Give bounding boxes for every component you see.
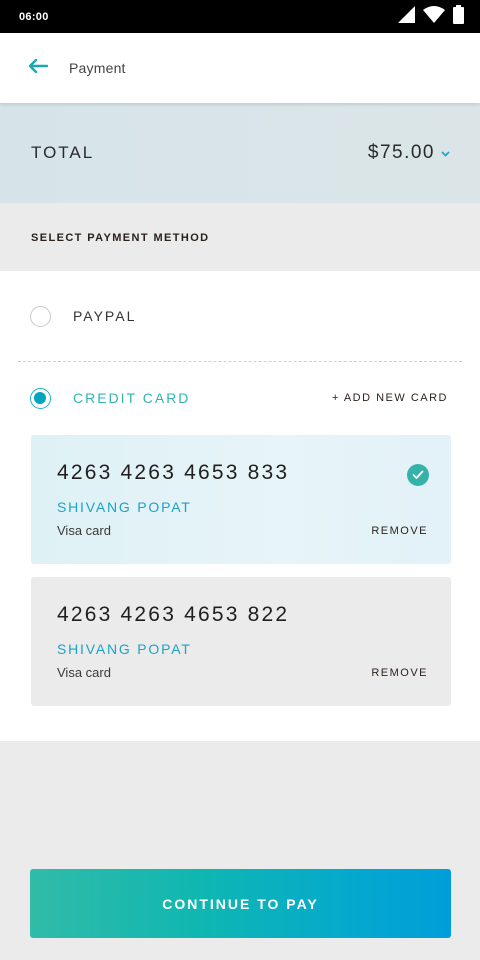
remove-card-button[interactable]: REMOVE [371,667,428,679]
chevron-down-icon [441,144,450,162]
total-label: TOTAL [31,143,95,162]
paypal-radio[interactable] [30,305,51,327]
add-new-card-button[interactable]: + ADD NEW CARD [332,392,448,404]
status-time: 06:00 [19,10,49,23]
check-circle-icon [407,464,429,486]
arrow-left-icon [28,58,49,78]
card-holder-name: SHIVANG POPAT [57,641,192,657]
paypal-label: PAYPAL [73,308,137,324]
total-amount: $75.00 [367,142,435,163]
credit-card-radio[interactable] [30,387,51,409]
card-type: Visa card [57,665,111,680]
divider [18,361,462,362]
saved-card-2[interactable]: 4263 4263 4653 822 SHIVANG POPAT Visa ca… [31,577,451,706]
wifi-icon [423,5,445,28]
continue-to-pay-button[interactable]: CONTINUE TO PAY [30,869,451,938]
section-heading: SELECT PAYMENT METHOD [31,232,210,244]
saved-card-1[interactable]: 4263 4263 4653 833 SHIVANG POPAT Visa ca… [31,435,451,564]
credit-card-label: CREDIT CARD [73,390,191,406]
page-title: Payment [69,60,126,76]
battery-icon [453,4,464,29]
status-icons [398,4,464,29]
status-bar: 06:00 [0,0,480,33]
total-summary: TOTAL $75.00 [0,103,480,203]
cellular-signal-icon [398,5,415,28]
back-button[interactable] [21,51,55,85]
payment-methods-panel: PAYPAL CREDIT CARD + ADD NEW CARD 4263 4… [0,271,480,741]
card-holder-name: SHIVANG POPAT [57,499,192,515]
card-number: 4263 4263 4653 822 [57,603,290,626]
method-paypal[interactable]: PAYPAL [0,305,480,327]
card-type: Visa card [57,523,111,538]
total-amount-toggle[interactable]: $75.00 [368,142,450,164]
remove-card-button[interactable]: REMOVE [371,525,428,537]
card-number: 4263 4263 4653 833 [57,461,290,484]
app-bar: Payment [0,33,480,103]
